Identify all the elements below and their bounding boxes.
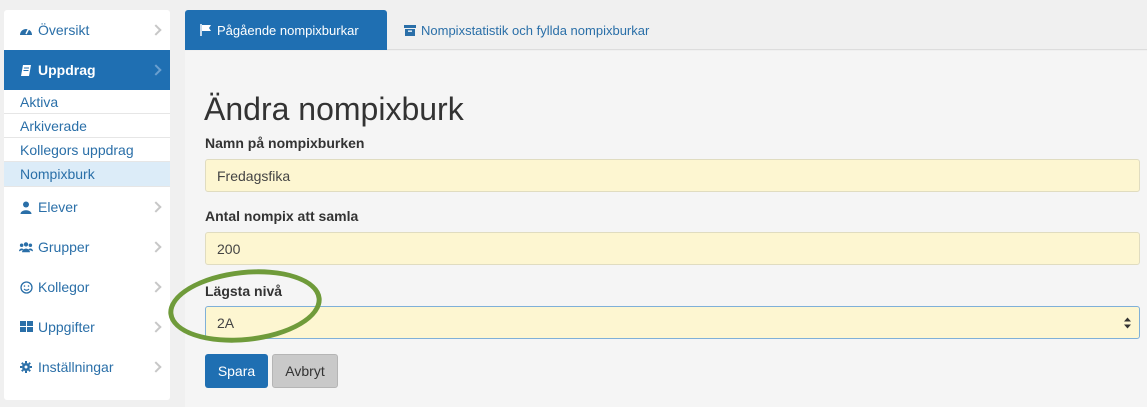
name-field[interactable]: Fredagsfika (205, 159, 1140, 192)
sidebar-item-uppdrag[interactable]: Uppdrag (4, 50, 170, 90)
book-icon (19, 63, 33, 77)
sidebar-item-label: Grupper (38, 239, 90, 255)
edit-form-panel: Ändra nompixburk Namn på nompixburken Fr… (185, 51, 1147, 407)
sidebar-item-elever[interactable]: Elever (4, 187, 170, 227)
sidebar-subitem-nompixburk[interactable]: Nompixburk (4, 162, 170, 186)
archive-icon (404, 24, 416, 36)
chevron-right-icon (150, 321, 162, 333)
select-arrows-icon (1124, 317, 1131, 328)
tab-pagaende-nompixburkar[interactable]: Pågående nompixburkar (185, 10, 387, 50)
chevron-right-icon (150, 64, 162, 76)
tab-label: Pågående nompixburkar (217, 22, 359, 38)
sidebar-item-label: Uppgifter (38, 319, 95, 335)
sidebar-item-grupper[interactable]: Grupper (4, 227, 170, 267)
user-icon (19, 200, 33, 214)
sidebar-item-label: Uppdrag (38, 62, 96, 78)
sidebar-subitem-kollegors-uppdrag[interactable]: Kollegors uppdrag (4, 138, 170, 162)
level-select[interactable]: 2A (205, 306, 1140, 339)
sidebar-item-label: Inställningar (38, 359, 114, 375)
main-content: Pågående nompixburkar Nompixstatistik oc… (185, 10, 1147, 407)
tab-nompixstatistik[interactable]: Nompixstatistik och fyllda nompixburkar (404, 10, 649, 50)
chevron-right-icon (150, 361, 162, 373)
sidebar-item-oversikt[interactable]: Översikt (4, 10, 170, 50)
chevron-right-icon (150, 24, 162, 36)
tab-label: Nompixstatistik och fyllda nompixburkar (421, 22, 650, 38)
chevron-right-icon (150, 201, 162, 213)
level-label: Lägsta nivå (205, 283, 283, 299)
grid-icon (19, 320, 33, 334)
level-select-value: 2A (217, 314, 235, 331)
save-button[interactable]: Spara (205, 354, 268, 388)
sidebar-subitem-arkiverade[interactable]: Arkiverade (4, 114, 170, 138)
flag-icon (200, 24, 212, 36)
sidebar-item-label: Översikt (38, 22, 90, 38)
count-label: Antal nompix att samla (205, 208, 359, 224)
sidebar-item-label: Elever (38, 199, 78, 215)
sidebar-item-uppgifter[interactable]: Uppgifter (4, 307, 170, 347)
count-field[interactable]: 200 (205, 232, 1140, 265)
sidebar: Översikt Uppdrag Aktiva Arkiverade Kolle… (4, 10, 170, 400)
tab-bar: Pågående nompixburkar Nompixstatistik oc… (185, 10, 1147, 50)
chevron-right-icon (150, 281, 162, 293)
sidebar-item-installningar[interactable]: Inställningar (4, 347, 170, 387)
users-icon (19, 240, 33, 254)
gear-icon (19, 360, 33, 374)
smile-icon (19, 280, 33, 294)
sidebar-item-kollegor[interactable]: Kollegor (4, 267, 170, 307)
name-label: Namn på nompixburken (205, 135, 365, 151)
sidebar-subitem-aktiva[interactable]: Aktiva (4, 90, 170, 114)
sidebar-item-label: Kollegor (38, 279, 90, 295)
page-title: Ändra nompixburk (204, 91, 464, 127)
cancel-button[interactable]: Avbryt (272, 354, 338, 388)
dashboard-icon (19, 23, 33, 37)
chevron-right-icon (150, 241, 162, 253)
